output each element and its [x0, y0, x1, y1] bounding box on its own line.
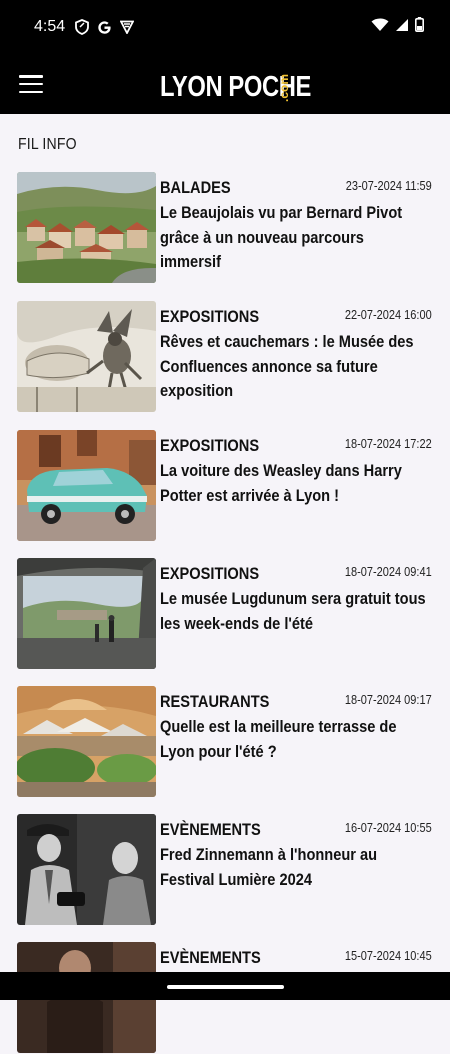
black-white-film-photo	[17, 814, 156, 925]
article-date: 18-07-2024 17:22	[345, 437, 432, 451]
article-title[interactable]: Le musée Lugdunum sera gratuit tous les …	[160, 587, 427, 636]
signal-icon	[395, 18, 409, 37]
article-category: EXPOSITIONS	[160, 436, 260, 455]
status-bar: 4:54	[0, 0, 450, 54]
beaujolais-village-photo	[17, 172, 156, 283]
battery-icon	[415, 17, 425, 37]
logo-suffix: .com	[277, 73, 291, 102]
article-date: 18-07-2024 09:17	[345, 693, 432, 707]
logo[interactable]: LYON POCHE .com	[160, 68, 311, 103]
article-date: 16-07-2024 10:55	[345, 821, 432, 835]
article-title[interactable]: Quelle est la meilleure terrasse de Lyon…	[160, 715, 427, 764]
status-time: 4:54	[34, 18, 66, 35]
vpn-icon	[120, 20, 135, 34]
shield-icon	[75, 19, 90, 35]
article-category: EVÈNEMENTS	[160, 948, 261, 967]
article-title[interactable]: La voiture des Weasley dans Harry Potter…	[160, 459, 427, 508]
article-category: EXPOSITIONS	[160, 564, 260, 583]
article-title[interactable]: Le Beaujolais vu par Bernard Pivot grâce…	[160, 201, 427, 275]
article-item[interactable]: EXPOSITIONS 18-07-2024 17:22 La voiture …	[0, 430, 450, 542]
article-date: 15-07-2024 10:45	[345, 949, 432, 963]
article-category: EVÈNEMENTS	[160, 820, 261, 839]
turquoise-car-photo	[17, 430, 156, 541]
nightmare-engraving-photo	[17, 301, 156, 412]
article-category: BALADES	[160, 178, 231, 197]
article-title[interactable]: Rêves et cauchemars : le Musée des Confl…	[160, 330, 427, 404]
home-indicator[interactable]	[167, 985, 284, 989]
article-category: RESTAURANTS	[160, 692, 270, 711]
terrace-photo	[17, 686, 156, 797]
app-header: LYON POCHE .com	[0, 54, 450, 114]
wifi-icon	[371, 18, 389, 37]
article-item[interactable]: EXPOSITIONS 22-07-2024 16:00 Rêves et ca…	[0, 301, 450, 413]
hamburger-menu-icon[interactable]	[19, 73, 43, 95]
article-item[interactable]: RESTAURANTS 18-07-2024 09:17 Quelle est …	[0, 686, 450, 798]
article-item[interactable]: EXPOSITIONS 18-07-2024 09:41 Le musée Lu…	[0, 558, 450, 670]
section-title: FIL INFO	[18, 136, 77, 153]
article-date: 22-07-2024 16:00	[345, 308, 432, 322]
article-date: 23-07-2024 11:59	[345, 179, 432, 193]
article-title[interactable]: Fred Zinnemann à l'honneur au Festival L…	[160, 843, 427, 892]
google-icon	[97, 20, 112, 35]
article-date: 18-07-2024 09:41	[345, 565, 432, 579]
logo-text: LYON POCHE	[160, 71, 311, 103]
lugdunum-museum-photo	[17, 558, 156, 669]
article-category: EXPOSITIONS	[160, 307, 260, 326]
article-item[interactable]: BALADES 23-07-2024 11:59 Le Beaujolais v…	[0, 172, 450, 284]
article-item[interactable]: EVÈNEMENTS 16-07-2024 10:55 Fred Zinnema…	[0, 814, 450, 926]
